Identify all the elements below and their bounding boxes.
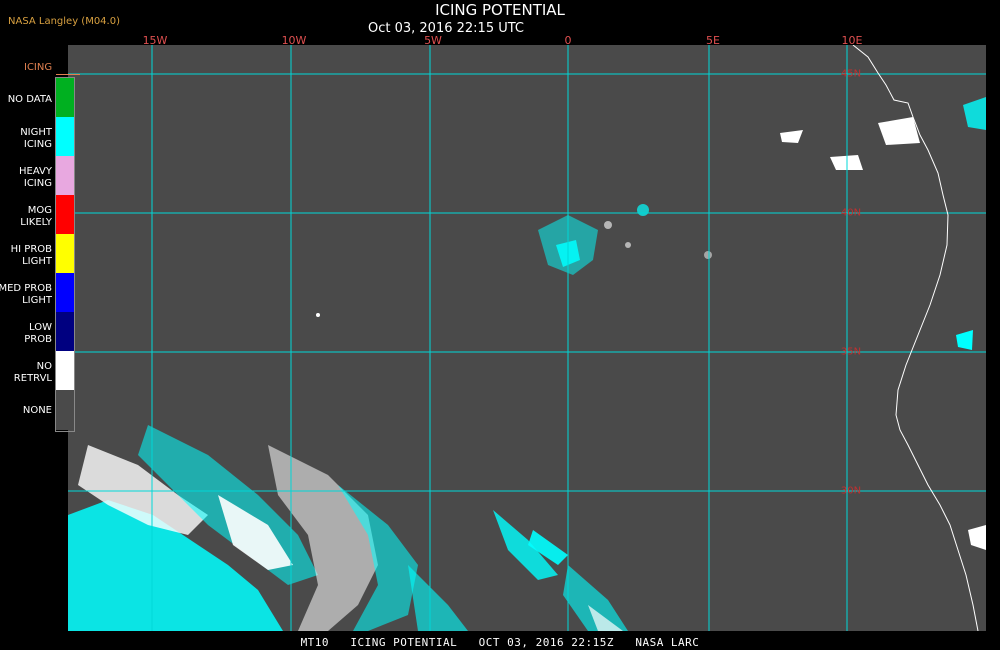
- footer-caption: MT10 ICING POTENTIAL OCT 03, 2016 22:15Z…: [300, 636, 700, 649]
- legend-swatch-med-prob-light: [56, 273, 74, 312]
- lat-label-30n: 30N: [840, 485, 862, 497]
- legend-swatch-mog-likely: [56, 195, 74, 234]
- legend-swatch-no-data: [56, 78, 74, 117]
- cloud-field-southwest: [68, 425, 468, 631]
- legend-swatch-none: [56, 390, 74, 430]
- legend-pointer: [56, 74, 80, 75]
- legend-label-none: NONE: [22, 405, 52, 416]
- satellite-map[interactable]: 45N 40N 35N 30N: [68, 45, 986, 631]
- legend-swatch-low-prob: [56, 312, 74, 351]
- lat-label-35n: 35N: [840, 346, 862, 358]
- cloud-field-central: [316, 204, 712, 317]
- legend-label-low-prob: LOW PROB: [24, 322, 52, 345]
- legend-label-no-data: NO DATA: [7, 94, 52, 105]
- legend-label-no-retrvl: NO RETRVL: [13, 361, 52, 384]
- legend-label-heavy-icing: HEAVY ICING: [19, 166, 52, 189]
- legend-label-night-icing: NIGHT ICING: [20, 127, 52, 150]
- lat-label-45n: 45N: [840, 68, 862, 80]
- map-title: ICING POTENTIAL: [435, 1, 565, 19]
- legend-swatch-night-icing: [56, 117, 74, 156]
- legend-swatch-no-retrvl: [56, 351, 74, 390]
- map-subtitle: Oct 03, 2016 22:15 UTC: [368, 21, 524, 36]
- map-layer: [68, 45, 986, 631]
- legend-label-mog-likely: MOG LIKELY: [20, 205, 52, 228]
- lat-label-40n: 40N: [840, 207, 862, 219]
- legend-swatch-heavy-icing: [56, 156, 74, 195]
- legend-label-med-prob-light: MED PROB LIGHT: [0, 283, 52, 306]
- cloud-field-northeast: [780, 97, 986, 550]
- legend-swatch-hi-prob-light: [56, 234, 74, 273]
- legend-title: ICING: [24, 62, 53, 73]
- cloud-field-south-central: [493, 510, 628, 631]
- legend-label-hi-prob-light: HI PROB LIGHT: [10, 244, 52, 267]
